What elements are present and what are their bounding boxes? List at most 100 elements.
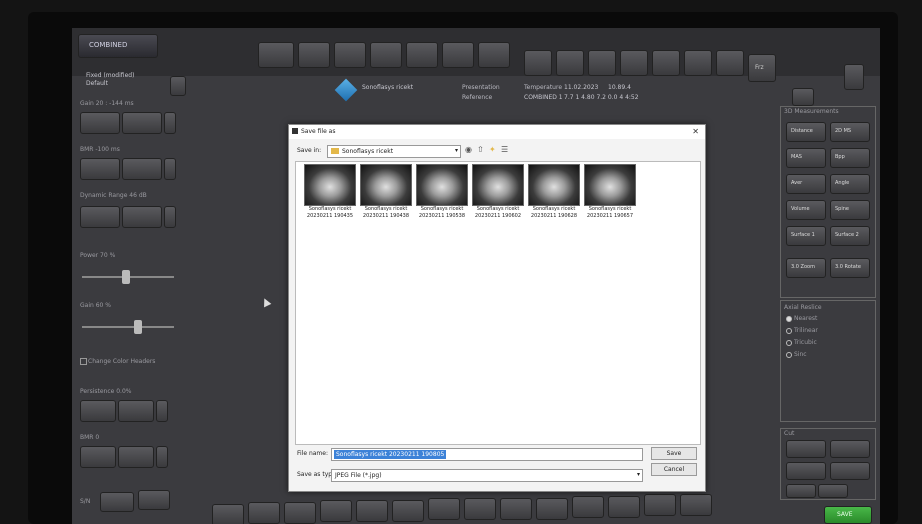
status-button[interactable]: COMBINED xyxy=(78,34,158,58)
toolbar-button-10[interactable] xyxy=(588,50,616,76)
close-icon[interactable]: ✕ xyxy=(692,127,699,136)
right-button-8[interactable]: Surface 1 xyxy=(786,226,826,246)
toolbar-button-4[interactable] xyxy=(370,42,402,68)
bottom-button-11[interactable] xyxy=(572,496,604,518)
file-item[interactable]: Sonoflasys ricekt 20230211 190628 xyxy=(528,164,580,220)
bottom-button-7[interactable] xyxy=(428,498,460,520)
param-value-4: 7.7 1 4.80 7.2 0.0 4 4:52 xyxy=(564,94,639,101)
left-button-0c[interactable] xyxy=(164,112,176,134)
toolbar-button-2[interactable] xyxy=(298,42,330,68)
right-button-3[interactable]: Bpp xyxy=(830,148,870,168)
file-item[interactable]: Sonoflasys ricekt 20230211 190538 xyxy=(416,164,468,220)
save-type-dropdown[interactable]: JPEG File (*.jpg) ▾ xyxy=(331,469,643,482)
view-menu-icon[interactable]: ☰ xyxy=(501,145,508,154)
right-button-9[interactable]: Surface 2 xyxy=(830,226,870,246)
left-bottom-button-b[interactable] xyxy=(138,490,170,510)
right-button-3-label: Bpp xyxy=(835,154,845,160)
folder-icon xyxy=(331,148,339,154)
file-item[interactable]: Sonoflasys ricekt 20230211 190602 xyxy=(472,164,524,220)
bottom-button-12[interactable] xyxy=(608,496,640,518)
reslice-radio-0[interactable] xyxy=(786,316,792,322)
right-button-10[interactable]: 3.0 Zoom xyxy=(786,258,826,278)
cancel-button[interactable]: Cancel xyxy=(651,463,697,476)
back-icon[interactable]: ◉ xyxy=(465,145,472,154)
cut-button-5[interactable] xyxy=(786,484,816,498)
bottom-button-6[interactable] xyxy=(392,500,424,522)
cut-button-6[interactable] xyxy=(818,484,848,498)
save-hw-button[interactable]: SAVE xyxy=(824,506,872,524)
left-button-7b[interactable] xyxy=(118,446,154,468)
file-item[interactable]: Sonoflasys ricekt 20230211 190438 xyxy=(360,164,412,220)
right-button-5[interactable]: Angle xyxy=(830,174,870,194)
right-button-1[interactable]: 2D MS xyxy=(830,122,870,142)
left-bottom-button-a[interactable] xyxy=(100,492,134,512)
toolbar-button-12[interactable] xyxy=(652,50,680,76)
right-button-4[interactable]: Aver xyxy=(786,174,826,194)
left-button-0a[interactable] xyxy=(80,112,120,134)
cut-button-4[interactable] xyxy=(830,462,870,480)
left-button-2a[interactable] xyxy=(80,206,120,228)
file-item[interactable]: Sonoflasys ricekt 20230211 190657 xyxy=(584,164,636,220)
save-button[interactable]: Save xyxy=(651,447,697,460)
left-button-6b[interactable] xyxy=(118,400,154,422)
reslice-radio-1[interactable] xyxy=(786,328,792,334)
cut-button-2[interactable] xyxy=(830,440,870,458)
power-slider-knob[interactable] xyxy=(122,270,130,284)
reslice-radio-3[interactable] xyxy=(786,352,792,358)
toolbar-button-7[interactable] xyxy=(478,42,510,68)
right-button-2[interactable]: MAS xyxy=(786,148,826,168)
toolbar-button-5[interactable] xyxy=(406,42,438,68)
toolbar-button-1[interactable] xyxy=(258,42,294,68)
right-button-6[interactable]: Volume xyxy=(786,200,826,220)
toolbar-button-9[interactable] xyxy=(556,50,584,76)
freeze-button[interactable]: Frz xyxy=(748,54,776,82)
bottom-button-10[interactable] xyxy=(536,498,568,520)
left-button-0b[interactable] xyxy=(122,112,162,134)
left-button-2c[interactable] xyxy=(164,206,176,228)
file-date: 20230211 190657 xyxy=(586,213,634,219)
top-toolbar: COMBINED Frz xyxy=(72,28,880,90)
color-header-checkbox[interactable] xyxy=(80,358,87,365)
bottom-button-1[interactable] xyxy=(212,504,244,524)
left-button-6a[interactable] xyxy=(80,400,116,422)
gain-slider-track[interactable] xyxy=(82,326,174,328)
left-button-6c[interactable] xyxy=(156,400,168,422)
new-folder-icon[interactable]: ✦ xyxy=(489,145,496,154)
left-button-2b[interactable] xyxy=(122,206,162,228)
file-thumbnail xyxy=(528,164,580,206)
bottom-button-4[interactable] xyxy=(320,500,352,522)
left-button-7c[interactable] xyxy=(156,446,168,468)
left-button-1a[interactable] xyxy=(80,158,120,180)
bottom-button-2[interactable] xyxy=(248,502,280,524)
bottom-button-9[interactable] xyxy=(500,498,532,520)
left-button-1b[interactable] xyxy=(122,158,162,180)
bottom-button-8[interactable] xyxy=(464,498,496,520)
top-right-button[interactable] xyxy=(844,64,864,90)
right-button-11[interactable]: 3.0 Rotate xyxy=(830,258,870,278)
up-folder-icon[interactable]: ⇧ xyxy=(477,145,484,154)
toolbar-button-14[interactable] xyxy=(716,50,744,76)
right-top-button[interactable] xyxy=(792,88,814,106)
bottom-button-3[interactable] xyxy=(284,502,316,524)
toolbar-button-11[interactable] xyxy=(620,50,648,76)
right-button-0[interactable]: Distance xyxy=(786,122,826,142)
cut-button-1[interactable] xyxy=(786,440,826,458)
right-button-7[interactable]: Spine xyxy=(830,200,870,220)
cut-button-3[interactable] xyxy=(786,462,826,480)
file-list[interactable]: Sonoflasys ricekt 20230211 190435 Sonofl… xyxy=(295,161,701,445)
left-button-1c[interactable] xyxy=(164,158,176,180)
reslice-radio-2[interactable] xyxy=(786,340,792,346)
file-name-input[interactable]: Sonoflasys ricekt 20230211 190805 xyxy=(331,448,643,461)
left-button-7a[interactable] xyxy=(80,446,116,468)
toolbar-button-13[interactable] xyxy=(684,50,712,76)
file-item[interactable]: Sonoflasys ricekt 20230211 190435 xyxy=(304,164,356,220)
toolbar-button-6[interactable] xyxy=(442,42,474,68)
save-in-dropdown[interactable]: Sonoflasys ricekt ▾ xyxy=(327,145,461,158)
toolbar-button-3[interactable] xyxy=(334,42,366,68)
toolbar-button-8[interactable] xyxy=(524,50,552,76)
bottom-button-13[interactable] xyxy=(644,494,676,516)
bottom-button-14[interactable] xyxy=(680,494,712,516)
bottom-button-5[interactable] xyxy=(356,500,388,522)
gain-slider-knob[interactable] xyxy=(134,320,142,334)
dialog-titlebar: Save file as ✕ xyxy=(289,125,705,139)
